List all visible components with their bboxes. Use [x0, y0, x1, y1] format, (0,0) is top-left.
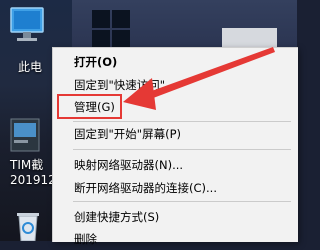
menu-item-label: 创建快捷方式(S)	[74, 210, 160, 224]
window-logo-tile	[112, 10, 130, 28]
recycle-bin-icon[interactable]	[14, 210, 42, 241]
menu-item-label: 断开网络驱动器的连接(C)...	[74, 181, 217, 195]
menu-item-delete[interactable]: 删除	[53, 228, 298, 250]
menu-item-label: 打开(O)	[74, 55, 118, 69]
screenshot-file-label: TIM截 201912	[10, 158, 56, 188]
screenshot-file-icon[interactable]	[10, 118, 40, 152]
menu-separator	[73, 149, 291, 150]
computer-icon-label: 此电	[18, 60, 43, 74]
menu-item-label: 映射网络驱动器(N)...	[74, 158, 184, 172]
menu-item-disconnect-network-drive[interactable]: 断开网络驱动器的连接(C)...	[53, 177, 298, 199]
window-logo-tile	[92, 10, 110, 28]
menu-separator	[73, 201, 291, 202]
highlight-box	[57, 94, 122, 119]
menu-item-label: 固定到"快速访问"	[74, 78, 166, 92]
context-menu: 打开(O) 固定到"快速访问" 管理(G) 固定到"开始"屏幕(P) 映射网络驱…	[52, 47, 298, 246]
menu-separator	[73, 121, 291, 122]
menu-item-pin-start[interactable]: 固定到"开始"屏幕(P)	[53, 123, 298, 145]
menu-item-pin-quick-access[interactable]: 固定到"快速访问"	[53, 74, 298, 96]
menu-item-label: 固定到"开始"屏幕(P)	[74, 127, 181, 141]
screenshot-file-label-line: 201912	[10, 173, 56, 187]
menu-item-create-shortcut[interactable]: 创建快捷方式(S)	[53, 206, 298, 228]
menu-item-label: 删除	[74, 232, 97, 246]
computer-icon[interactable]	[8, 6, 46, 48]
window-logo-tile	[112, 30, 130, 48]
menu-item-open[interactable]: 打开(O)	[53, 51, 298, 73]
menu-item-map-network-drive[interactable]: 映射网络驱动器(N)...	[53, 154, 298, 176]
screenshot-file-label-line: TIM截	[10, 158, 44, 172]
window-logo-tile	[92, 30, 110, 48]
